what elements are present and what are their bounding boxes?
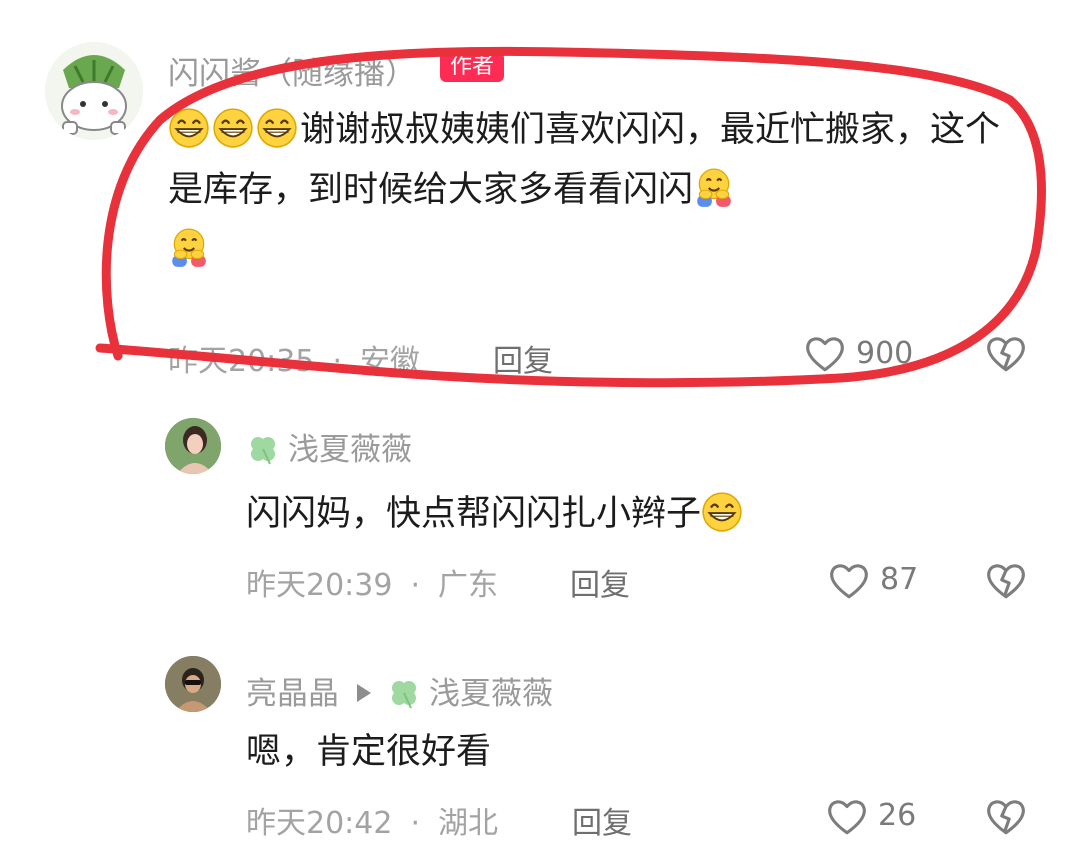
comment-text: 谢谢叔叔姨姨们喜欢闪闪，最近忙搬家，这个是库存，到时候给大家多看看闪闪 xyxy=(168,100,1013,280)
user-avatar[interactable] xyxy=(165,418,221,474)
comment-meta: 昨天20:42 · 湖北 xyxy=(246,798,498,842)
comment-location: 湖北 xyxy=(438,806,499,841)
meta-separator: · xyxy=(332,344,343,379)
author-name-text: 浅夏薇薇 xyxy=(288,432,412,468)
reply-button[interactable]: 回复 xyxy=(493,336,553,380)
comment-text: 闪闪妈，快点帮闪闪扎小辫子 xyxy=(246,484,1026,544)
comment-location: 安徽 xyxy=(360,344,421,379)
comment-body: 嗯，肯定很好看 xyxy=(246,732,492,772)
like-count: 900 xyxy=(856,336,914,371)
comment-author-name[interactable]: 浅夏薇薇 xyxy=(246,424,412,469)
author-name-text: 亮晶晶 xyxy=(246,676,339,712)
comment-author-name[interactable]: 亮晶晶 浅夏薇薇 xyxy=(246,668,553,713)
hugging-emoji-icon xyxy=(693,167,735,209)
clover-icon xyxy=(246,432,280,466)
author-avatar[interactable] xyxy=(45,42,143,140)
dislike-heart-icon[interactable] xyxy=(985,798,1027,836)
reply-button[interactable]: 回复 xyxy=(570,560,630,604)
clover-icon xyxy=(387,676,421,710)
grinning-emoji-icon xyxy=(701,491,743,533)
grinning-emoji-icon xyxy=(256,107,298,149)
comment-time: 昨天20:42 xyxy=(246,806,393,841)
grinning-emoji-icon xyxy=(168,107,210,149)
dislike-heart-icon[interactable] xyxy=(985,562,1027,600)
meta-separator: · xyxy=(410,568,421,603)
comment-meta: 昨天20:39 · 广东 xyxy=(246,560,498,604)
grinning-emoji-icon xyxy=(212,107,254,149)
heart-icon[interactable] xyxy=(804,335,846,373)
comment-location: 广东 xyxy=(438,568,499,603)
heart-icon[interactable] xyxy=(828,562,870,600)
comment-time: 昨天20:35 xyxy=(168,344,315,379)
like-count: 87 xyxy=(880,562,919,597)
like-count: 26 xyxy=(878,798,917,833)
meta-separator: · xyxy=(410,806,421,841)
comment-author-name[interactable]: 闪闪酱（随缘播） xyxy=(168,48,416,93)
author-badge: 作者 xyxy=(440,52,505,82)
comment-text: 嗯，肯定很好看 xyxy=(246,722,1026,782)
comment-time: 昨天20:39 xyxy=(246,568,393,603)
comment-body: 闪闪妈，快点帮闪闪扎小辫子 xyxy=(246,494,702,534)
heart-icon[interactable] xyxy=(826,798,868,836)
user-avatar[interactable] xyxy=(165,656,221,712)
hugging-emoji-icon xyxy=(168,227,210,269)
reply-button[interactable]: 回复 xyxy=(572,798,632,842)
comment-meta: 昨天20:35 · 安徽 xyxy=(168,336,420,380)
dislike-heart-icon[interactable] xyxy=(985,335,1027,373)
reply-arrow-icon xyxy=(357,684,371,702)
reply-to-name[interactable]: 浅夏薇薇 xyxy=(429,676,553,712)
